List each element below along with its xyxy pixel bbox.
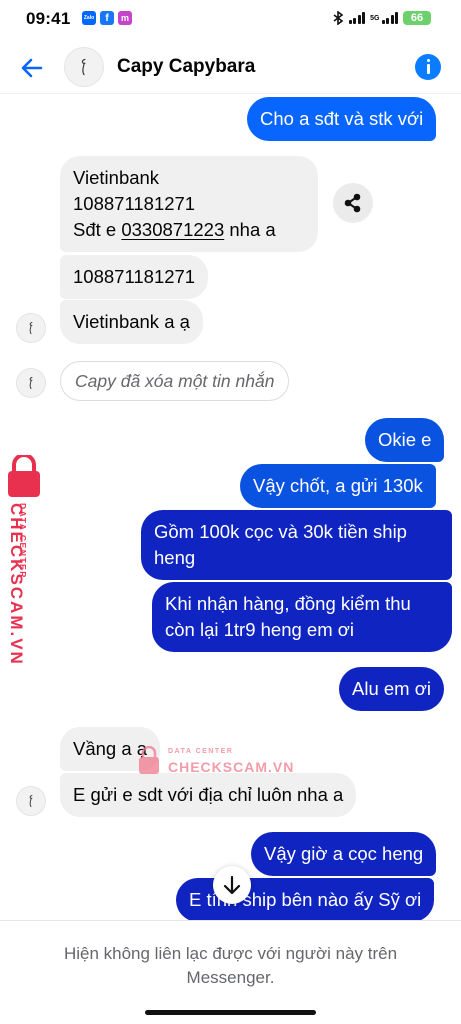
message-text: nha a xyxy=(224,219,276,240)
info-icon[interactable] xyxy=(415,54,441,80)
lock-icon xyxy=(139,746,159,774)
arrow-down-icon xyxy=(223,875,241,895)
message-line: Khi nhận hàng, đồng kiểm thu xyxy=(165,593,411,614)
message-outgoing[interactable]: Okie e xyxy=(365,418,445,462)
home-indicator[interactable] xyxy=(145,1010,316,1015)
watermark-logo-vertical: DATA CENTER CHECKSCAM.VN xyxy=(4,453,50,666)
signal-icon xyxy=(348,12,366,24)
battery-indicator: 66 xyxy=(403,11,431,25)
signal-5g: 5G xyxy=(370,12,398,24)
contact-avatar-small[interactable] xyxy=(16,313,46,343)
capybara-sketch-icon xyxy=(29,376,33,390)
unavailable-footer: Hiện không liên lạc được với người này t… xyxy=(0,920,461,1024)
message-incoming[interactable]: 108871181271 xyxy=(60,255,209,299)
watermark-line2: CHECKSCAM.VN xyxy=(168,759,295,775)
message-line: Vietinbank xyxy=(73,167,160,188)
capybara-sketch-icon xyxy=(81,58,86,76)
facebook-icon: f xyxy=(100,11,114,25)
share-icon xyxy=(344,193,361,213)
watermark-line2: CHECKSCAM.VN xyxy=(7,503,26,666)
message-outgoing-multiline[interactable]: Khi nhận hàng, đồng kiểm thu còn lại 1tr… xyxy=(152,582,452,652)
contact-avatar[interactable] xyxy=(64,47,104,87)
message-text: Sđt e xyxy=(73,219,122,240)
messenger-app-icon: m xyxy=(118,11,132,25)
message-outgoing[interactable]: Vậy chốt, a gửi 130k xyxy=(240,464,436,508)
message-line: heng xyxy=(154,547,196,568)
signal-icon-2 xyxy=(381,12,398,24)
status-bar: 09:41 Zalo f m 5G 66 xyxy=(0,0,461,38)
share-button[interactable] xyxy=(333,183,373,223)
bluetooth-icon xyxy=(333,11,343,25)
back-arrow-icon[interactable] xyxy=(18,54,46,82)
message-line: 108871181271 xyxy=(73,193,196,214)
message-outgoing-multiline[interactable]: Gồm 100k cọc và 30k tiền ship heng xyxy=(141,510,452,580)
scroll-to-bottom-button[interactable] xyxy=(213,866,251,904)
unavailable-notice: Hiện không liên lạc được với người này t… xyxy=(63,944,398,987)
capybara-sketch-icon xyxy=(29,794,33,808)
watermark-text-vertical: DATA CENTER CHECKSCAM.VN xyxy=(4,503,50,666)
capybara-sketch-icon xyxy=(29,321,33,335)
contact-name[interactable]: Capy Capybara xyxy=(117,56,255,78)
notification-badges: Zalo f m xyxy=(82,11,132,25)
zalo-icon: Zalo xyxy=(82,11,96,25)
message-line: Sđt e 0330871223 nha a xyxy=(73,217,305,243)
message-outgoing[interactable]: Cho a sđt và stk với xyxy=(247,97,437,141)
contact-avatar-small[interactable] xyxy=(16,786,46,816)
message-outgoing[interactable]: Vậy giờ a cọc heng xyxy=(251,832,437,876)
message-incoming[interactable]: Vietinbank a ạ xyxy=(60,300,203,344)
message-line: còn lại 1tr9 heng em ơi xyxy=(165,619,355,640)
phone-number-link[interactable]: 0330871223 xyxy=(121,219,224,240)
message-outgoing[interactable]: Alu em ơi xyxy=(339,667,444,711)
contact-avatar-small[interactable] xyxy=(16,368,46,398)
status-time: 09:41 xyxy=(26,9,71,28)
message-incoming-bank-info[interactable]: Vietinbank 108871181271 Sđt e 0330871223… xyxy=(60,156,318,252)
conversation-header: Capy Capybara xyxy=(0,42,461,94)
watermark-logo-center: DATA CENTER CHECKSCAM.VN xyxy=(138,742,298,782)
status-indicators: 5G 66 xyxy=(332,11,431,25)
deleted-message-notice: Capy đã xóa một tin nhắn xyxy=(60,361,290,401)
message-line: Gồm 100k cọc và 30k tiền ship xyxy=(154,521,407,542)
watermark-line1: DATA CENTER xyxy=(168,748,234,755)
